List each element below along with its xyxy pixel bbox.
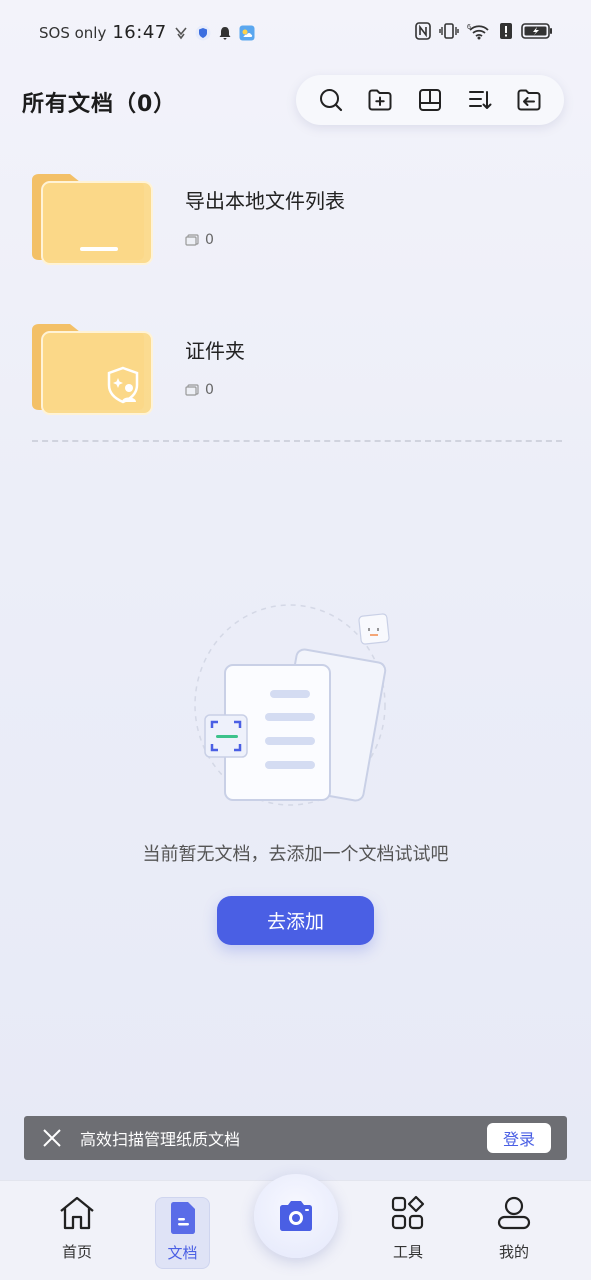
folder-count: 0 xyxy=(185,382,214,398)
folder-icon xyxy=(32,174,153,265)
app-notification-icon xyxy=(175,26,187,39)
folder-name: 导出本地文件列表 xyxy=(185,189,345,213)
sort-button[interactable] xyxy=(465,85,495,115)
folder-icon xyxy=(32,324,153,415)
divider xyxy=(32,440,562,442)
empty-documents-illustration xyxy=(194,604,390,806)
battery-icon xyxy=(521,23,552,39)
weather-icon xyxy=(239,25,255,40)
nav-item-tools[interactable]: 工具 xyxy=(378,1193,438,1269)
nfc-icon xyxy=(415,22,431,40)
files-icon xyxy=(185,234,199,246)
import-button[interactable] xyxy=(514,85,544,115)
nav-label: 我的 xyxy=(498,1243,529,1261)
search-icon xyxy=(319,89,342,112)
vibrate-icon xyxy=(439,23,459,39)
files-icon xyxy=(185,384,199,396)
nav-item-documents[interactable]: 文档 xyxy=(155,1197,210,1269)
document-icon xyxy=(163,1198,203,1238)
new-folder-button[interactable] xyxy=(365,85,395,115)
status-bar: SOS only 16:47 6 xyxy=(0,0,591,66)
camera-button[interactable] xyxy=(254,1174,338,1258)
folder-item[interactable]: 导出本地文件列表 0 xyxy=(0,170,591,280)
empty-message: 当前暂无文档，去添加一个文档试试吧 xyxy=(142,844,449,865)
close-icon xyxy=(43,1129,61,1147)
status-left: SOS only 16:47 xyxy=(39,22,255,43)
clock: 16:47 xyxy=(112,22,167,43)
toolbar xyxy=(296,75,564,125)
sort-icon xyxy=(468,91,492,109)
login-banner: 高效扫描管理纸质文档 登录 xyxy=(24,1116,567,1160)
shield-icon xyxy=(195,25,211,40)
wifi-icon: 6 xyxy=(467,24,489,40)
nav-label: 首页 xyxy=(61,1243,92,1261)
login-button[interactable]: 登录 xyxy=(487,1123,551,1153)
home-icon xyxy=(57,1193,97,1233)
banner-close-button[interactable] xyxy=(24,1116,80,1160)
nav-label: 文档 xyxy=(167,1244,198,1262)
folder-count-value: 0 xyxy=(205,382,214,398)
camera-icon xyxy=(280,1201,312,1231)
import-icon xyxy=(517,89,541,111)
nav-item-home[interactable]: 首页 xyxy=(47,1193,107,1269)
new-folder-icon xyxy=(368,89,392,111)
folder-name: 证件夹 xyxy=(185,339,245,363)
profile-icon xyxy=(494,1193,534,1233)
bell-icon xyxy=(219,26,231,40)
page-title: 所有文档（0） xyxy=(22,92,177,117)
layout-icon xyxy=(418,89,441,111)
layout-button[interactable] xyxy=(415,85,445,115)
nav-item-profile[interactable]: 我的 xyxy=(484,1193,544,1269)
alert-icon xyxy=(500,23,512,39)
banner-text: 高效扫描管理纸质文档 xyxy=(80,1130,241,1149)
folder-item[interactable]: 证件夹 0 xyxy=(0,320,591,430)
status-right: 6 xyxy=(415,22,553,40)
search-button[interactable] xyxy=(316,85,346,115)
carrier-text: SOS only xyxy=(39,23,107,42)
tools-icon xyxy=(388,1193,428,1233)
folder-count-value: 0 xyxy=(205,232,214,248)
folder-count: 0 xyxy=(185,232,214,248)
add-document-button[interactable]: 去添加 xyxy=(217,896,374,945)
nav-label: 工具 xyxy=(392,1243,423,1261)
